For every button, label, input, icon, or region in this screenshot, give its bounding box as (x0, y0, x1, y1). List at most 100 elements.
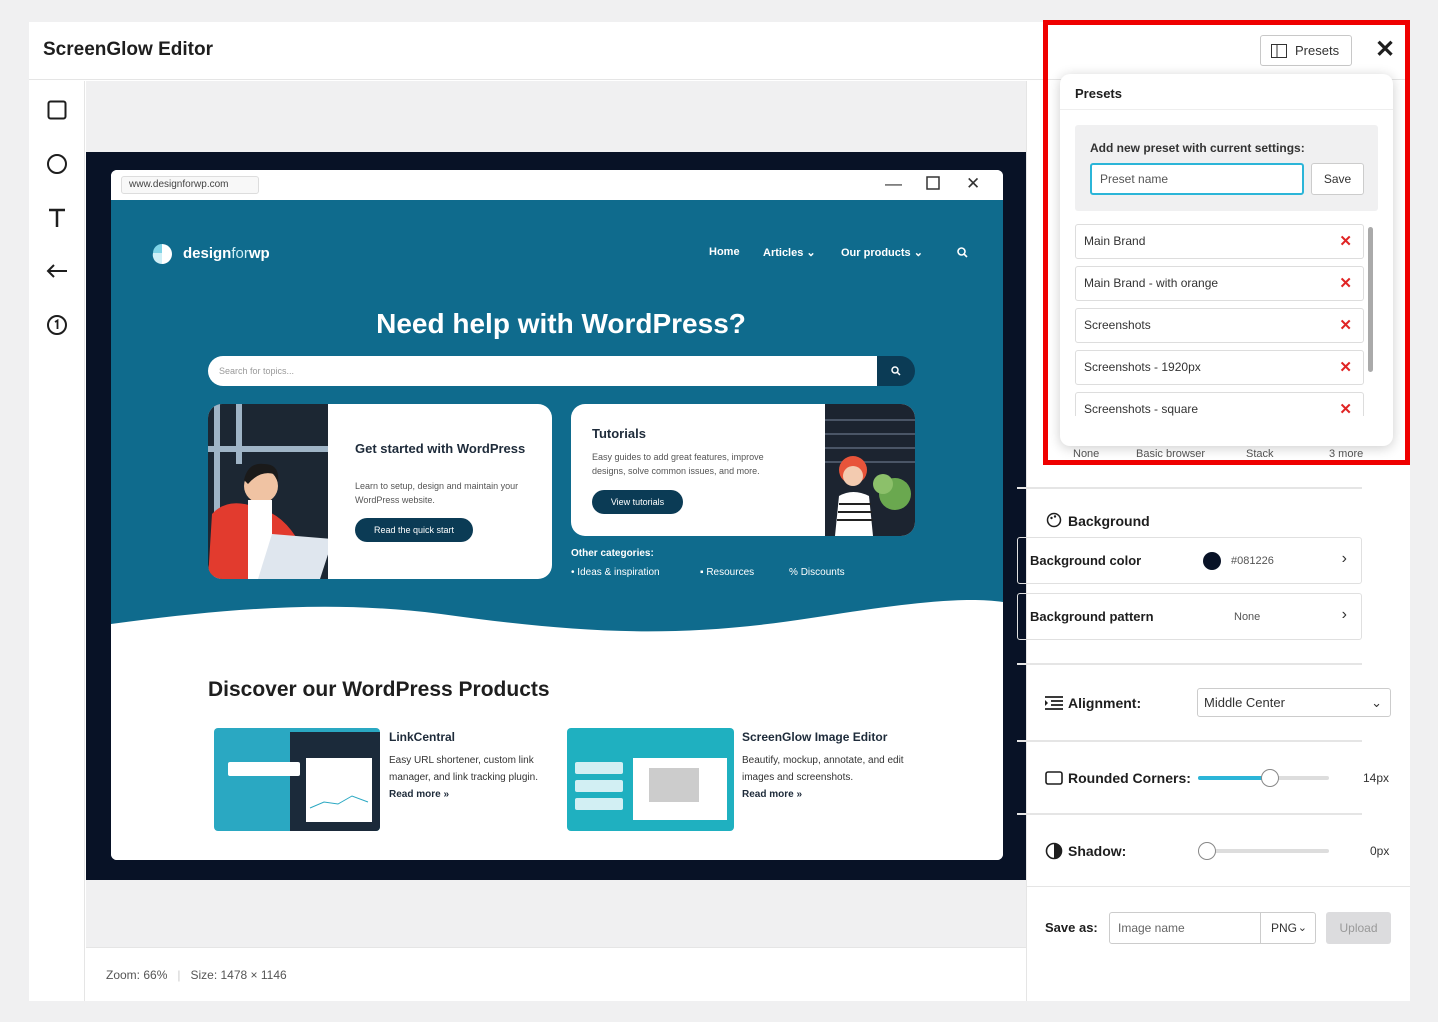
shadow-value: 0px (1370, 844, 1390, 858)
logo-word-design: design (183, 244, 232, 262)
browser-bar: www.designforwp.com — ✕ (111, 170, 1003, 200)
rounded-corners-value: 14px (1363, 771, 1390, 785)
site-logo-icon (152, 244, 172, 265)
browser-url: www.designforwp.com (121, 176, 259, 194)
site-search-field: Search for topics... (208, 356, 878, 386)
arrow-tool-icon[interactable] (42, 256, 72, 286)
card-title: Tutorials (592, 426, 646, 441)
site-nav-articles-label: Articles (763, 247, 804, 259)
site-hero-title: Need help with WordPress? (376, 308, 746, 339)
chevron-right-icon: › (1341, 606, 1347, 623)
shadow-label: Shadow: (1068, 843, 1127, 859)
upload-button[interactable]: Upload (1326, 912, 1391, 944)
product-title: ScreenGlow Image Editor (742, 730, 888, 744)
tool-sidebar (29, 81, 85, 1001)
linkcentral-thumbnail (214, 728, 380, 831)
alignment-label: Alignment: (1068, 695, 1142, 711)
category-resources: ▪ Resources (700, 567, 754, 578)
category-discounts: % Discounts (789, 567, 845, 578)
site-nav-products: Our products ⌄ (841, 246, 923, 259)
product-read-more: Read more » (389, 789, 450, 800)
save-as-label: Save as: (1045, 920, 1098, 935)
shadow-slider-thumb[interactable] (1198, 842, 1216, 860)
divider (1026, 886, 1410, 887)
card-illustration-person (208, 404, 328, 579)
chevron-down-icon: ⌄ (913, 247, 923, 259)
minimize-icon: — (885, 174, 902, 193)
site-nav-products-label: Our products (841, 247, 911, 259)
site-search-icon (957, 247, 968, 258)
product-text: Beautify, mockup, annotate, and edit ima… (742, 755, 904, 783)
background-pattern-row[interactable]: Background pattern None › (1017, 593, 1362, 640)
background-color-value: #081226 (1231, 555, 1274, 567)
rounded-corners-label: Rounded Corners: (1068, 770, 1191, 786)
category-label: Discounts (800, 567, 845, 578)
rectangle-tool-icon[interactable] (42, 95, 72, 125)
window-close-icon: ✕ (966, 174, 981, 193)
background-color-label: Background color (1030, 553, 1142, 568)
alignment-icon (1045, 696, 1063, 710)
image-name-input[interactable] (1109, 912, 1261, 944)
alignment-value: Middle Center (1204, 695, 1285, 710)
discover-title: Discover our WordPress Products (208, 678, 550, 701)
briefcase-icon: ▪ (700, 567, 704, 578)
background-pattern-label: Background pattern (1030, 609, 1154, 624)
screenglow-thumbnail (567, 728, 734, 831)
status-bar: Zoom: 66% | Size: 1478 × 1146 (86, 947, 1026, 1001)
color-swatch (1203, 552, 1221, 570)
site-nav-home: Home (709, 246, 740, 258)
card-title: Get started with WordPress (355, 441, 526, 456)
product-text: Easy URL shortener, custom link manager,… (389, 755, 538, 783)
browser-mockup[interactable]: www.designforwp.com — ✕ designforwp Home… (111, 170, 1003, 860)
highlight-annotation (1043, 20, 1410, 465)
background-pattern-value: None (1234, 611, 1261, 623)
shadow-slider[interactable] (1198, 849, 1329, 853)
bulb-icon: • (571, 567, 575, 578)
step-number-tool-icon[interactable] (42, 310, 72, 340)
logo-word-wp: wp (248, 244, 270, 262)
search-icon (891, 366, 901, 376)
chevron-right-icon: › (1341, 550, 1347, 567)
logo-word-for: for (231, 244, 249, 262)
card-button: View tutorials (592, 490, 683, 514)
format-select[interactable]: PNG ⌄ (1260, 912, 1316, 944)
app-title: ScreenGlow Editor (43, 39, 213, 60)
divider (1017, 663, 1362, 665)
category-label: Resources (706, 567, 755, 578)
card-get-started: Get started with WordPress Learn to setu… (208, 404, 552, 579)
website-screenshot: designforwp Home Articles ⌄ Our products… (111, 200, 1003, 860)
other-categories-label: Other categories: (571, 548, 654, 559)
chevron-down-icon: ⌄ (806, 247, 816, 259)
card-button: Read the quick start (355, 518, 473, 542)
site-logo: designforwp (149, 241, 270, 265)
maximize-icon (926, 175, 940, 195)
chevron-down-icon: ⌄ (1297, 922, 1307, 934)
background-color-row[interactable]: Background color #081226 › (1017, 537, 1362, 584)
text-tool-icon[interactable] (42, 203, 72, 233)
image-size: Size: 1478 × 1146 (190, 967, 287, 982)
divider (1017, 487, 1362, 489)
product-title: LinkCentral (389, 730, 456, 744)
chevron-down-icon: ⌄ (1371, 695, 1382, 710)
category-ideas: • Ideas & inspiration (571, 567, 660, 578)
rounded-corners-slider-fill (1198, 776, 1271, 780)
circle-tool-icon[interactable] (42, 149, 72, 179)
background-section-label: Background (1068, 513, 1150, 529)
rounded-corners-icon (1045, 771, 1063, 785)
card-text: Easy guides to add great features, impro… (592, 452, 764, 476)
percent-icon: % (789, 567, 798, 578)
category-label: Ideas & inspiration (577, 567, 660, 578)
palette-icon (1046, 512, 1062, 528)
card-illustration-reader (825, 404, 915, 536)
divider (1017, 813, 1362, 815)
alignment-select[interactable]: Middle Center ⌄ (1197, 688, 1391, 717)
product-read-more: Read more » (742, 789, 803, 800)
rounded-corners-slider-thumb[interactable] (1261, 769, 1280, 787)
card-text: Learn to setup, design and maintain your… (355, 481, 519, 505)
status-separator: | (177, 967, 181, 982)
card-tutorials: Tutorials Easy guides to add great featu… (571, 404, 915, 536)
divider (1017, 740, 1362, 742)
zoom-level: Zoom: 66% (106, 967, 168, 982)
site-nav-articles: Articles ⌄ (763, 246, 816, 259)
shadow-icon (1045, 842, 1063, 860)
